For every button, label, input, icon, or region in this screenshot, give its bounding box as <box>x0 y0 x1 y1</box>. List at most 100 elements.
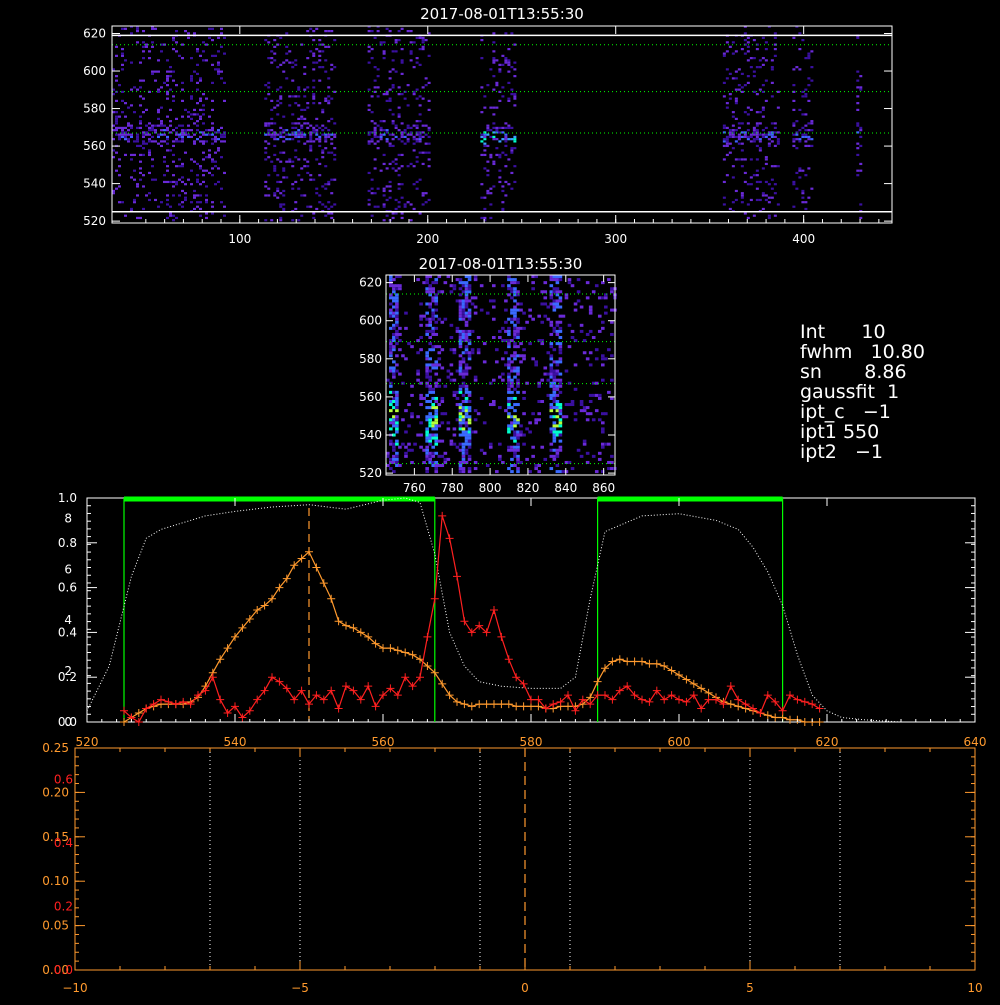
heatmap-1-cell <box>196 88 199 91</box>
heatmap-1-cell <box>376 95 380 98</box>
info-value: 10 <box>861 321 886 343</box>
heatmap-1-cell <box>196 180 199 184</box>
heatmap-2-cell <box>513 299 517 303</box>
heatmap-1-cell <box>752 174 756 177</box>
heatmap-1-cell <box>501 54 505 57</box>
heatmap-2-cell <box>558 381 563 385</box>
heatmap-1-cell <box>397 201 401 204</box>
heatmap-1-cell <box>220 135 223 139</box>
heatmap-1-cell <box>309 149 313 152</box>
heatmap-1-cell <box>142 57 145 60</box>
heatmap-2-cell <box>516 445 520 449</box>
heatmap-1-cell <box>291 133 295 136</box>
heatmap-1-cell <box>175 50 178 53</box>
heatmap-1-cell <box>282 203 286 206</box>
heatmap-1-cell <box>801 169 805 172</box>
heatmap-2-cell <box>449 372 454 376</box>
heatmap-1-cell <box>498 180 502 184</box>
orange-point-marker <box>401 648 410 657</box>
bottom-plot-inner-ytick-label: 0.6 <box>54 773 73 787</box>
heatmap-1-cell <box>480 86 484 89</box>
heatmap-2-cell <box>428 400 432 403</box>
orange-point-marker <box>697 684 706 693</box>
heatmap-1-cell <box>282 135 286 139</box>
heatmap-1-cell <box>397 167 401 170</box>
heatmap-1-cell <box>725 102 729 105</box>
heatmap-1-cell <box>388 99 392 102</box>
heatmap-2-cell <box>555 281 560 285</box>
heatmap-1-cell <box>382 50 386 53</box>
heatmap-1-cell <box>279 216 283 220</box>
heatmap-2-cell <box>467 390 472 394</box>
heatmap-1-cell <box>142 174 145 177</box>
heatmap-1-cell <box>810 122 814 125</box>
heatmap-1-cell <box>795 120 799 123</box>
heatmap-1-cell <box>743 32 747 35</box>
heatmap-1-cell <box>333 66 337 69</box>
heatmap-2-cell <box>449 323 454 327</box>
heatmap-1-cell <box>792 140 796 143</box>
heatmap-1-cell <box>483 196 487 199</box>
heatmap-1-cell <box>740 48 744 51</box>
heatmap-1-cell <box>804 113 808 116</box>
heatmap-2-cell <box>585 451 590 455</box>
heatmap-1-cell <box>495 59 499 62</box>
heatmap-1-cell <box>373 126 377 130</box>
heatmap-1-cell <box>725 126 729 130</box>
heatmap-1-cell <box>376 30 380 33</box>
heatmap-2-cell <box>519 308 523 312</box>
heatmap-2-cell <box>419 317 423 321</box>
heatmap-1-cell <box>175 180 178 184</box>
heatmap-1-cell <box>264 158 268 161</box>
heatmap-1-cell <box>734 140 738 143</box>
heatmap-2-cell <box>467 427 472 431</box>
heatmap-1-cell <box>184 151 187 154</box>
heatmap-2-cell <box>443 384 448 388</box>
heatmap-2-cell <box>507 430 511 434</box>
heatmap-1-cell <box>795 147 799 150</box>
heatmap-1-cell <box>418 36 422 39</box>
heatmap-1-cell <box>178 158 181 161</box>
heatmap-2-cell <box>516 454 520 458</box>
heatmap-1-cell <box>136 194 139 197</box>
heatmap-2-cell <box>597 329 602 333</box>
heatmap-1-cell <box>199 140 202 143</box>
heatmap-1-cell <box>130 153 133 157</box>
heatmap-1-cell <box>504 180 508 184</box>
heatmap-1-cell <box>136 126 139 130</box>
heatmap-1-cell <box>406 201 410 204</box>
heatmap-1-cell <box>321 124 325 127</box>
heatmap-2-cell <box>522 348 526 352</box>
heatmap-1-cell <box>139 104 142 107</box>
heatmap-2-cell <box>458 424 463 428</box>
heatmap-1-cell <box>270 50 274 53</box>
heatmap-1-cell <box>492 61 496 64</box>
heatmap-2-cell <box>467 366 472 370</box>
heatmap-1-cell <box>273 106 277 109</box>
heatmap-1-cell <box>403 135 407 139</box>
info-row: ipt2 −1 <box>800 442 925 462</box>
heatmap-1-cell <box>178 178 181 181</box>
orange-point-marker <box>349 623 358 632</box>
heatmap-2-cell <box>604 305 608 309</box>
heatmap-1-cell <box>737 84 741 87</box>
heatmap-1-cell <box>121 201 124 204</box>
heatmap-1-cell <box>507 183 511 186</box>
heatmap-2-cell <box>479 284 484 288</box>
heatmap-1-cell <box>367 50 371 53</box>
heatmap-1-cell <box>480 57 484 60</box>
heatmap-1-ytick-label: 600 <box>83 64 106 78</box>
heatmap-2-cell <box>404 409 408 413</box>
heatmap-1-cell <box>202 169 205 172</box>
heatmap-1-cell <box>367 140 371 143</box>
heatmap-2-cell <box>594 381 599 385</box>
heatmap-2-cell <box>473 296 478 300</box>
heatmap-1-cell <box>151 72 154 75</box>
heatmap-1-cell <box>178 54 181 57</box>
red-point-marker <box>645 697 654 706</box>
heatmap-2-cell <box>573 387 578 391</box>
heatmap-1-cell <box>418 140 422 143</box>
heatmap-1-cell <box>385 27 389 30</box>
heatmap-1-cell <box>300 133 304 136</box>
heatmap-2-cell <box>597 396 602 400</box>
